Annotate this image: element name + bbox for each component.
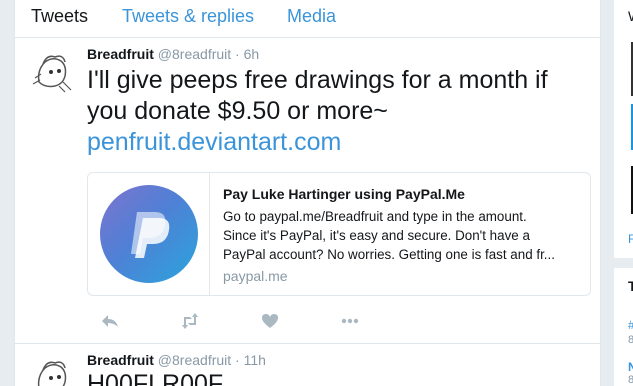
tab-media[interactable]: Media (287, 6, 336, 26)
user-handle[interactable]: @8readfruit (158, 352, 231, 368)
card-description: Go to paypal.me/Breadfruit and type in t… (223, 207, 581, 264)
more-icon[interactable] (339, 310, 361, 332)
sidebar-card: W F (614, 0, 633, 258)
card-image (88, 173, 210, 295)
card-description-line: Go to paypal.me/Breadfruit and type in t… (223, 209, 527, 224)
retweet-icon[interactable] (179, 310, 201, 332)
reply-icon[interactable] (99, 310, 121, 332)
sidebar-link[interactable]: F (628, 232, 633, 246)
avatar[interactable] (29, 48, 75, 94)
profile-timeline: Tweets Tweets & replies Media Breadfruit… (14, 0, 601, 386)
tweet[interactable]: Breadfruit @8readfruit · 6h I'll give pe… (15, 38, 600, 344)
separator-dot: · (235, 352, 240, 368)
sidebar-heading: W (628, 8, 633, 24)
tweet-actions (87, 310, 387, 334)
paypal-logo-icon (99, 185, 198, 283)
tweet-text: H00FLR00F (87, 370, 224, 386)
display-name[interactable]: Breadfruit (87, 352, 154, 368)
tweet-text: I'll give peeps free drawings for a mont… (87, 65, 587, 158)
display-name[interactable]: Breadfruit (87, 46, 154, 62)
card-body: Pay Luke Hartinger using PayPal.Me Go to… (223, 185, 581, 285)
trend-item[interactable]: # (628, 318, 633, 332)
avatar[interactable] (29, 354, 75, 386)
tweet-header: Breadfruit @8readfruit · 11h (87, 352, 266, 368)
card-description-line: Since it's PayPal, it's easy and secure.… (223, 228, 530, 243)
tweet-link[interactable]: penfruit.deviantart.com (87, 127, 587, 158)
tweet-header: Breadfruit @8readfruit · 6h (87, 46, 259, 62)
right-sidebar: W F T # 8 N 8 (614, 0, 633, 386)
card-domain: paypal.me (223, 268, 288, 284)
trends-heading: T (628, 278, 633, 294)
like-icon[interactable] (259, 310, 281, 332)
trends-card: T # 8 N 8 (614, 268, 633, 386)
tab-tweets[interactable]: Tweets (31, 6, 88, 26)
tab-tweets-and-replies[interactable]: Tweets & replies (122, 6, 254, 26)
user-handle[interactable]: @8readfruit (158, 46, 231, 62)
tweet[interactable]: Breadfruit @8readfruit · 11h H00FLR00F (15, 344, 600, 386)
tweet-timestamp[interactable]: 6h (244, 46, 260, 62)
trend-count: 8 (628, 374, 633, 386)
card-title: Pay Luke Hartinger using PayPal.Me (223, 186, 465, 202)
twitter-profile-page: Tweets Tweets & replies Media Breadfruit… (0, 0, 633, 386)
trend-item[interactable]: N (628, 360, 633, 374)
profile-tabs: Tweets Tweets & replies Media (15, 0, 600, 38)
card-description-line: PayPal account? No worries. Getting one … (223, 247, 555, 262)
separator-dot: · (235, 46, 240, 62)
trend-count: 8 (628, 334, 633, 346)
link-card[interactable]: Pay Luke Hartinger using PayPal.Me Go to… (87, 172, 591, 296)
tweet-timestamp[interactable]: 11h (244, 352, 266, 368)
tweet-body: I'll give peeps free drawings for a mont… (87, 66, 548, 125)
